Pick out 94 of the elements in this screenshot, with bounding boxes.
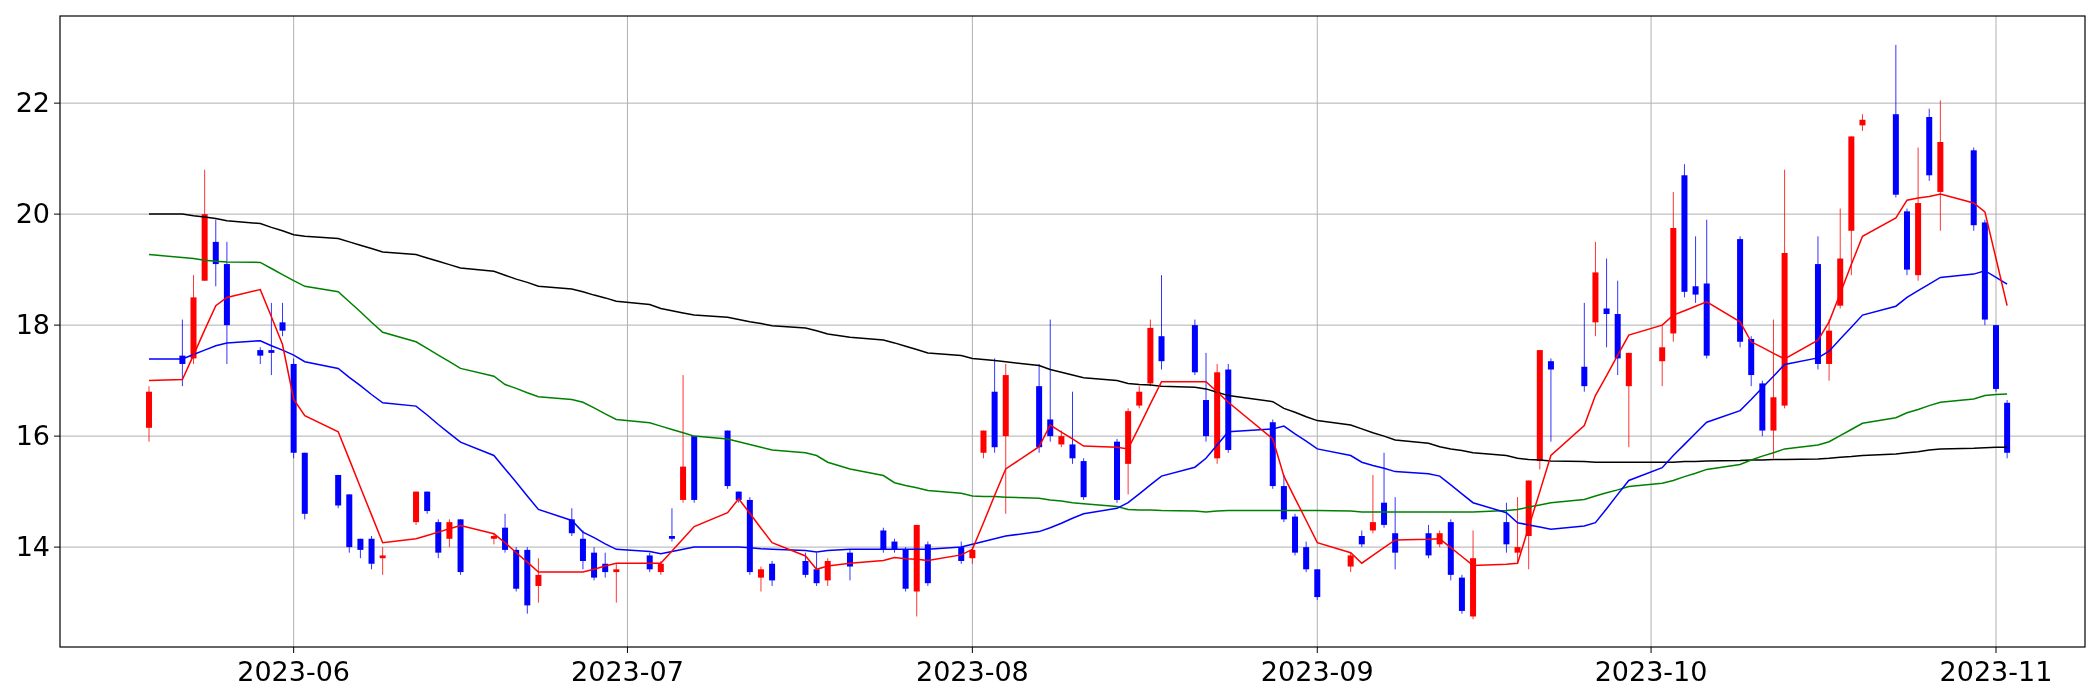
candlestick [446,518,453,548]
candlestick [368,535,375,570]
tick-mark [971,646,973,654]
tick-mark [1316,646,1318,654]
candlestick [502,513,509,554]
tick-label: 2023-09 [1260,656,1374,687]
candlestick [813,552,820,587]
tick-label: 22 [15,87,50,119]
candlestick [1280,474,1287,523]
candlestick [279,302,286,337]
candlestick [301,452,308,520]
candlestick [1425,524,1432,559]
candlestick [591,546,598,581]
candlestick [335,474,342,509]
candlestick [1292,513,1299,556]
candlestick [1759,380,1766,437]
candlestick [179,319,186,387]
tick-label: 2023-07 [571,656,684,687]
candlestick [657,560,664,576]
candlestick [379,546,386,576]
candlestick [257,346,264,365]
candlestick [490,532,497,545]
candlestick [1859,113,1866,132]
candlestick [724,430,731,490]
tick-mark [53,102,61,104]
candlestick [902,546,909,592]
candlestick [1458,574,1465,615]
candlestick [1358,530,1365,548]
candlestick [1993,324,1999,393]
candlestick [2004,399,2011,459]
candlestick [1347,552,1354,573]
candlestick [346,494,353,554]
candlestick [1692,235,1699,304]
tick-mark [53,435,61,437]
tick-label: 20 [15,198,50,230]
candlestick [524,546,531,615]
candlestick [824,557,831,587]
tick-mark [53,324,61,326]
candlestick [457,518,464,576]
candlestick [602,552,609,579]
candlestick [1136,385,1143,409]
candlestick [212,219,219,287]
candlestick [357,538,364,559]
candlestick [613,563,620,603]
candlestick [980,430,987,459]
candlestick [958,541,965,565]
candlestick [535,557,542,603]
candlestick [1314,568,1321,601]
candlestick [424,491,431,515]
candlestick [568,507,575,537]
tick-label: 16 [15,420,50,452]
candlestick [1114,438,1120,504]
tick-label: 2023-10 [1594,656,1708,687]
tick-mark [626,646,628,654]
candlestick [1191,319,1198,376]
candlestick [846,549,853,581]
candlestick [646,552,653,573]
candlestick [1369,474,1376,534]
candlestick [1659,324,1666,387]
candlestick [691,435,698,504]
tick-mark [1995,646,1997,654]
tick-mark [1650,646,1652,654]
candlestick [924,541,931,587]
candlestick [802,552,809,579]
tick-label: 2023-11 [1939,656,2053,687]
candlestick [1436,530,1443,548]
candlestick [769,560,776,587]
candlestick [735,491,742,504]
tick-label: 14 [15,531,50,563]
candlestick [1447,518,1454,581]
candlestick [146,385,152,443]
candlestick [1503,502,1510,554]
candlestick [579,530,586,570]
candlestick [1904,208,1910,276]
candlestick [757,566,764,592]
candlestick [1303,541,1310,573]
candlestick [880,527,887,554]
candlestick [1826,319,1833,381]
candlestick [413,491,420,526]
candlestick [1269,419,1276,490]
tick-label: 2023-06 [237,656,351,687]
tick-mark [53,546,61,548]
candlestick [668,507,675,542]
tick-label: 2023-08 [915,656,1029,687]
candlestick [1147,319,1154,387]
candlestick [1080,457,1087,501]
candlestick [435,518,442,559]
tick-mark [53,213,61,215]
candlestick [1748,335,1755,387]
candlestick [513,546,520,592]
tick-label: 18 [15,309,50,341]
tick-mark [293,646,295,654]
candlestick [1058,430,1065,448]
candlestick [891,538,898,554]
